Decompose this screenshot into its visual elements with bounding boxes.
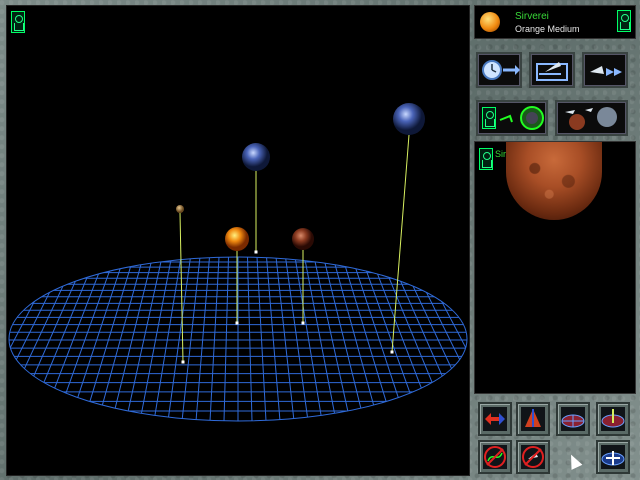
no-routes-icon bbox=[484, 446, 506, 468]
grid-line bbox=[83, 257, 134, 421]
grid-line bbox=[111, 257, 153, 421]
planet-red[interactable] bbox=[292, 228, 314, 250]
grid-line bbox=[9, 257, 68, 421]
grid-line bbox=[332, 257, 379, 421]
grid-line bbox=[167, 257, 191, 421]
grid-line bbox=[125, 257, 163, 421]
grid-plane-button[interactable] bbox=[556, 402, 590, 436]
grid-plane bbox=[9, 257, 467, 421]
grid-line bbox=[437, 257, 467, 421]
star-header: Sirverei Orange Medium bbox=[474, 5, 636, 39]
emblem-icon[interactable] bbox=[11, 11, 25, 33]
grid-line bbox=[323, 257, 365, 421]
hide-ships-button[interactable] bbox=[516, 440, 550, 474]
grid-line bbox=[294, 257, 323, 421]
fleet-forward-button[interactable] bbox=[582, 52, 628, 88]
planet-emblem-icon[interactable] bbox=[479, 148, 493, 170]
grid-line bbox=[313, 257, 351, 421]
grid-line bbox=[9, 257, 39, 421]
grid-line bbox=[399, 257, 467, 421]
grid-line bbox=[285, 257, 309, 421]
planets-overview-icon bbox=[565, 107, 617, 130]
hide-routes-button[interactable] bbox=[478, 440, 512, 474]
cone-icon bbox=[525, 409, 541, 427]
launch-bay-icon bbox=[536, 62, 568, 81]
planet-small-tan[interactable] bbox=[176, 205, 184, 213]
planet-image bbox=[506, 142, 602, 220]
grid-axis-button[interactable] bbox=[596, 402, 630, 436]
grid-line bbox=[139, 257, 172, 421]
grid-line bbox=[153, 257, 182, 421]
planet-blue-large[interactable] bbox=[393, 103, 425, 135]
planet-small-tan-base bbox=[181, 360, 185, 364]
grid-line bbox=[247, 257, 253, 421]
grid-line bbox=[195, 257, 210, 421]
zoom-cone-button[interactable] bbox=[516, 402, 550, 436]
grid-line bbox=[9, 257, 30, 421]
rotate-view-button[interactable] bbox=[478, 402, 512, 436]
grid-line bbox=[446, 257, 467, 421]
time-advance-button[interactable] bbox=[476, 52, 522, 88]
double-arrow-icon bbox=[485, 413, 505, 425]
grid-line bbox=[69, 257, 125, 421]
planet-red-base bbox=[301, 321, 305, 325]
star-icon bbox=[480, 12, 500, 32]
planet-blue-mid-base bbox=[254, 250, 258, 254]
grid-line bbox=[97, 257, 144, 421]
planet-blue-mid[interactable] bbox=[242, 143, 270, 171]
grid-line bbox=[9, 257, 77, 421]
grid-plane-icon bbox=[561, 414, 585, 428]
header-emblem-icon[interactable] bbox=[617, 10, 631, 32]
grid-line bbox=[223, 257, 229, 421]
grid-line bbox=[304, 257, 337, 421]
star-class: Orange Medium bbox=[515, 24, 580, 34]
launch-button[interactable] bbox=[529, 52, 575, 88]
star-system-scene[interactable] bbox=[7, 6, 469, 475]
planet-blue-large-base bbox=[390, 350, 394, 354]
grid-line bbox=[209, 257, 220, 421]
system-viewport[interactable] bbox=[6, 5, 470, 476]
clock-arrow-icon bbox=[482, 60, 520, 80]
grid-line bbox=[275, 257, 295, 421]
ship-fast-forward-icon bbox=[590, 66, 622, 76]
grid-line bbox=[266, 257, 281, 421]
star-sun-base bbox=[235, 321, 239, 325]
grid-line bbox=[181, 257, 201, 421]
grid-center-button[interactable] bbox=[596, 440, 630, 474]
grid-line bbox=[256, 257, 267, 421]
grid-line bbox=[342, 257, 393, 421]
grid-axis-icon bbox=[601, 409, 625, 428]
star-name: Sirverei bbox=[515, 11, 549, 22]
planet-detail-panel: Sirverei I bbox=[474, 141, 636, 394]
no-ships-icon bbox=[522, 446, 544, 468]
star-sun[interactable] bbox=[225, 227, 249, 251]
grid-line bbox=[9, 257, 49, 421]
grid-line bbox=[408, 257, 467, 421]
ship-transfer-icon bbox=[499, 106, 544, 130]
transfer-button[interactable] bbox=[476, 100, 548, 136]
grid-center-icon bbox=[601, 451, 625, 466]
planets-overview-button[interactable] bbox=[555, 100, 628, 136]
grid-line bbox=[427, 257, 467, 421]
